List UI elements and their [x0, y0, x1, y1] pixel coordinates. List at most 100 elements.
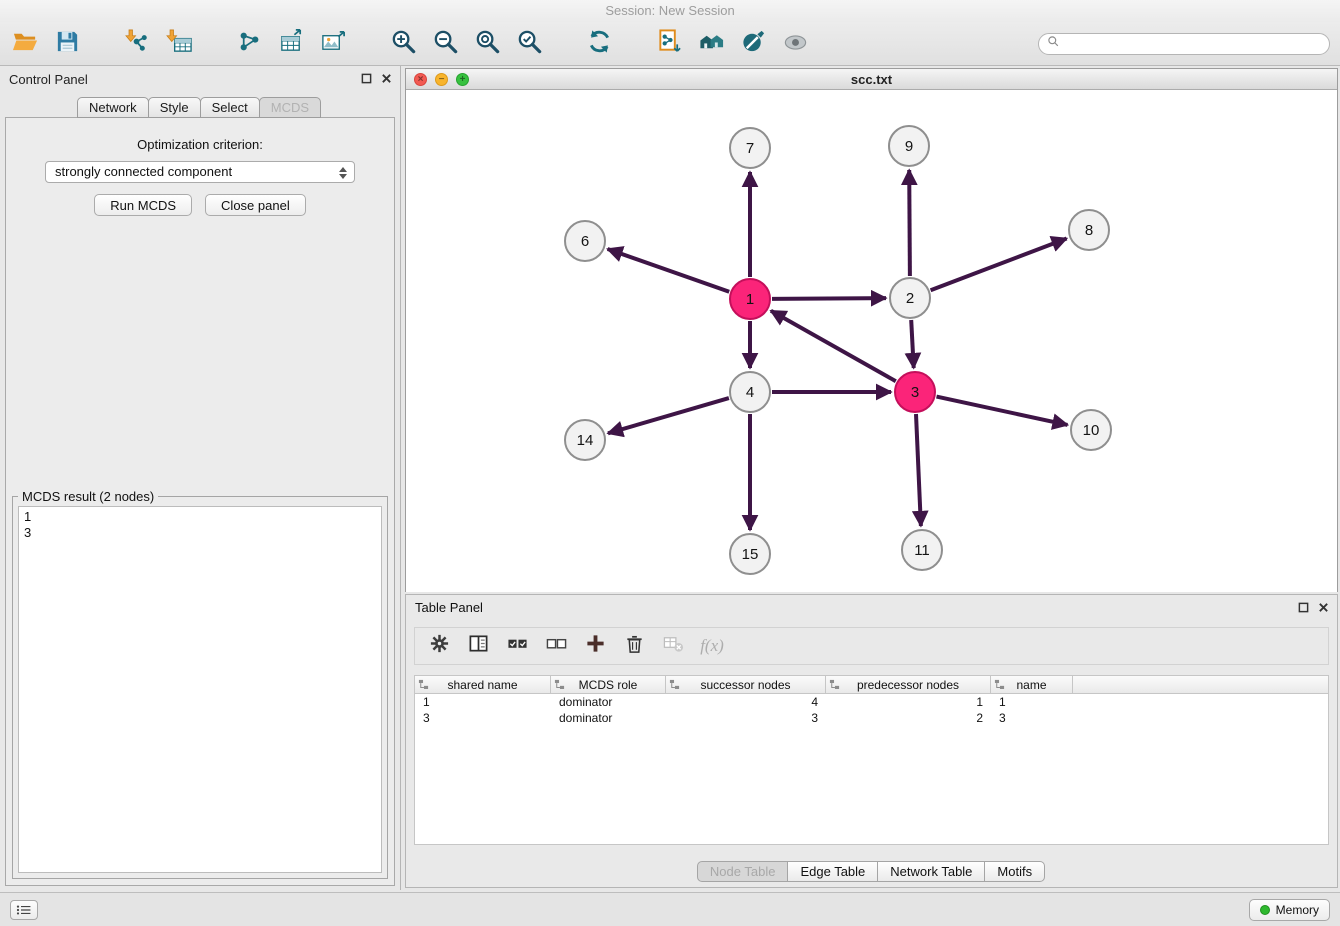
- close-panel-button[interactable]: Close panel: [205, 194, 306, 216]
- network-graph[interactable]: 7968124314101511: [406, 91, 1337, 592]
- close-window-icon[interactable]: [414, 73, 427, 86]
- save-session-icon: [54, 28, 81, 60]
- show-columns-button[interactable]: [466, 634, 490, 658]
- node-label-2: 2: [906, 290, 914, 307]
- column-header-label: successor nodes: [700, 678, 790, 692]
- mcds-buttons-row: Run MCDS Close panel: [6, 194, 394, 216]
- column-header-shared-name[interactable]: shared name: [415, 676, 551, 693]
- new-network-button[interactable]: [234, 29, 264, 59]
- table-row[interactable]: 3dominator323: [415, 710, 1328, 726]
- tab-style[interactable]: Style: [148, 97, 201, 118]
- criterion-dropdown[interactable]: strongly connected component: [45, 161, 355, 183]
- window-traffic-lights: [414, 73, 469, 86]
- table-cell[interactable]: 1: [991, 694, 1073, 710]
- column-header-label: shared name: [447, 678, 517, 692]
- show-columns-icon: [468, 633, 489, 659]
- minimize-window-icon[interactable]: [435, 73, 448, 86]
- apply-layout-button[interactable]: [584, 29, 614, 59]
- node-label-1: 1: [746, 291, 754, 308]
- float-table-panel-icon[interactable]: [1298, 602, 1309, 613]
- search-icon: [1047, 35, 1060, 53]
- table-cell[interactable]: 4: [666, 694, 826, 710]
- apply-layout-icon: [586, 28, 613, 60]
- status-bar: Memory: [0, 892, 1340, 926]
- tab-motifs[interactable]: Motifs: [984, 861, 1045, 882]
- edge-2-9[interactable]: [909, 170, 910, 276]
- node-label-15: 15: [742, 546, 759, 563]
- run-mcds-button[interactable]: Run MCDS: [94, 194, 192, 216]
- import-table-button[interactable]: [164, 29, 194, 59]
- zoom-in-button[interactable]: [388, 29, 418, 59]
- search-box[interactable]: [1038, 33, 1330, 55]
- open-session-button[interactable]: [10, 29, 40, 59]
- tab-node-table[interactable]: Node Table: [697, 861, 789, 882]
- import-network-button[interactable]: [122, 29, 152, 59]
- clone-network-button[interactable]: [654, 29, 684, 59]
- edge-3-10[interactable]: [937, 397, 1068, 425]
- delete-columns-button[interactable]: [622, 634, 646, 658]
- table-cell[interactable]: dominator: [551, 694, 666, 710]
- style-brush-icon: [740, 28, 767, 60]
- memory-button[interactable]: Memory: [1249, 899, 1330, 921]
- search-input[interactable]: [1065, 37, 1321, 51]
- delete-columns-icon: [624, 633, 645, 659]
- table-cell[interactable]: 1: [415, 694, 551, 710]
- edge-1-6[interactable]: [608, 249, 730, 292]
- table-cell[interactable]: dominator: [551, 710, 666, 726]
- table-options-icon: [429, 633, 450, 659]
- tab-edge-table[interactable]: Edge Table: [787, 861, 878, 882]
- mcds-result-list[interactable]: 13: [18, 506, 382, 873]
- edge-1-2[interactable]: [772, 298, 886, 299]
- create-column-button[interactable]: [583, 634, 607, 658]
- edge-2-8[interactable]: [931, 239, 1067, 291]
- table-row[interactable]: 1dominator411: [415, 694, 1328, 710]
- float-panel-icon[interactable]: [361, 73, 372, 84]
- tab-mcds[interactable]: MCDS: [259, 97, 321, 118]
- network-view-window: scc.txt 7968124314101511: [405, 68, 1338, 592]
- zoom-in-icon: [390, 28, 417, 60]
- table-cell[interactable]: 2: [826, 710, 991, 726]
- table-cell[interactable]: 1: [826, 694, 991, 710]
- edge-3-1[interactable]: [771, 311, 896, 381]
- close-panel-icon[interactable]: [381, 73, 392, 84]
- status-menu-button[interactable]: [10, 900, 38, 920]
- node-label-6: 6: [581, 233, 589, 250]
- delete-table-button: [661, 634, 685, 658]
- save-session-button[interactable]: [52, 29, 82, 59]
- select-all-button[interactable]: [505, 634, 529, 658]
- table-panel-tabs: Node TableEdge TableNetwork TableMotifs: [406, 861, 1337, 882]
- column-header-successor-nodes[interactable]: successor nodes: [666, 676, 826, 693]
- export-image-icon: [320, 28, 347, 60]
- function-builder-icon: f(x): [700, 636, 724, 656]
- edge-2-3[interactable]: [911, 320, 914, 368]
- network-canvas[interactable]: 7968124314101511: [406, 91, 1337, 592]
- deselect-all-button[interactable]: [544, 634, 568, 658]
- column-header-MCDS-role[interactable]: MCDS role: [551, 676, 666, 693]
- tab-network[interactable]: Network: [77, 97, 149, 118]
- new-table-button[interactable]: [276, 29, 306, 59]
- window-title: Session: New Session: [605, 3, 734, 18]
- tab-network-table[interactable]: Network Table: [877, 861, 985, 882]
- ndex-home-button[interactable]: [696, 29, 726, 59]
- mcds-result-item[interactable]: 1: [24, 509, 376, 525]
- ndex-home-icon: [698, 28, 725, 60]
- column-header-name[interactable]: name: [991, 676, 1073, 693]
- mcds-result-item[interactable]: 3: [24, 525, 376, 541]
- export-image-button[interactable]: [318, 29, 348, 59]
- column-header-predecessor-nodes[interactable]: predecessor nodes: [826, 676, 991, 693]
- table-cell[interactable]: 3: [666, 710, 826, 726]
- maximize-window-icon[interactable]: [456, 73, 469, 86]
- table-options-button[interactable]: [427, 634, 451, 658]
- edge-4-14[interactable]: [608, 398, 729, 433]
- tab-select[interactable]: Select: [200, 97, 260, 118]
- table-cell[interactable]: 3: [415, 710, 551, 726]
- show-graphics-details-button[interactable]: [780, 29, 810, 59]
- zoom-out-button[interactable]: [430, 29, 460, 59]
- zoom-fit-button[interactable]: [472, 29, 502, 59]
- zoom-selected-button[interactable]: [514, 29, 544, 59]
- style-brush-button[interactable]: [738, 29, 768, 59]
- edge-3-11[interactable]: [916, 414, 921, 526]
- close-table-panel-icon[interactable]: [1318, 602, 1329, 613]
- main-toolbar: [0, 22, 1340, 66]
- table-cell[interactable]: 3: [991, 710, 1073, 726]
